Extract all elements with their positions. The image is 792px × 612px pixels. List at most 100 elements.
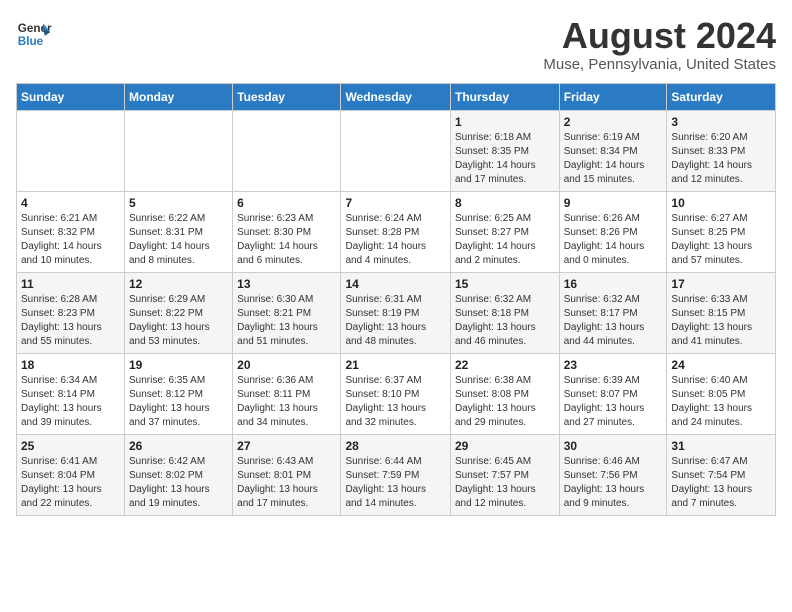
svg-text:Blue: Blue: [18, 35, 44, 48]
day-number: 1: [455, 115, 555, 129]
day-number: 19: [129, 358, 228, 372]
calendar-cell: 27 Sunrise: 6:43 AM Sunset: 8:01 PM Dayli…: [233, 434, 341, 515]
day-number: 27: [237, 439, 336, 453]
calendar-cell: 31 Sunrise: 6:47 AM Sunset: 7:54 PM Dayli…: [667, 434, 776, 515]
weekday-header-row: SundayMondayTuesdayWednesdayThursdayFrid…: [17, 83, 776, 110]
day-number: 14: [345, 277, 446, 291]
day-detail: Sunrise: 6:26 AM Sunset: 8:26 PM Dayligh…: [564, 212, 663, 268]
calendar-cell: 25 Sunrise: 6:41 AM Sunset: 8:04 PM Dayli…: [17, 434, 125, 515]
calendar-cell: 18 Sunrise: 6:34 AM Sunset: 8:14 PM Dayli…: [17, 353, 125, 434]
weekday-header-tuesday: Tuesday: [233, 83, 341, 110]
day-detail: Sunrise: 6:32 AM Sunset: 8:17 PM Dayligh…: [564, 293, 663, 349]
day-number: 28: [345, 439, 446, 453]
weekday-header-monday: Monday: [125, 83, 233, 110]
weekday-header-friday: Friday: [559, 83, 667, 110]
day-detail: Sunrise: 6:36 AM Sunset: 8:11 PM Dayligh…: [237, 374, 336, 430]
calendar-cell: 20Sunrise: 6:36 AM Sunset: 8:11 PM Dayli…: [233, 353, 341, 434]
day-detail: Sunrise: 6:19 AM Sunset: 8:34 PM Dayligh…: [564, 131, 663, 187]
day-number: 30: [564, 439, 663, 453]
calendar-cell: 28 Sunrise: 6:44 AM Sunset: 7:59 PM Dayli…: [341, 434, 451, 515]
day-detail: Sunrise: 6:45 AM Sunset: 7:57 PM Dayligh…: [455, 455, 555, 511]
calendar-cell: 6Sunrise: 6:23 AM Sunset: 8:30 PM Daylig…: [233, 191, 341, 272]
day-detail: Sunrise: 6:29 AM Sunset: 8:22 PM Dayligh…: [129, 293, 228, 349]
day-detail: Sunrise: 6:42 AM Sunset: 8:02 PM Dayligh…: [129, 455, 228, 511]
day-number: 9: [564, 196, 663, 210]
week-row-2: 4Sunrise: 6:21 AM Sunset: 8:32 PM Daylig…: [17, 191, 776, 272]
day-number: 4: [21, 196, 120, 210]
location: Muse, Pennsylvania, United States: [543, 56, 776, 73]
day-number: 18: [21, 358, 120, 372]
day-number: 25: [21, 439, 120, 453]
calendar-cell: 23Sunrise: 6:39 AM Sunset: 8:07 PM Dayli…: [559, 353, 667, 434]
day-detail: Sunrise: 6:35 AM Sunset: 8:12 PM Dayligh…: [129, 374, 228, 430]
day-number: 31: [671, 439, 771, 453]
calendar-cell: [125, 110, 233, 191]
day-number: 26: [129, 439, 228, 453]
logo: General Blue: [16, 16, 52, 52]
day-detail: Sunrise: 6:38 AM Sunset: 8:08 PM Dayligh…: [455, 374, 555, 430]
day-detail: Sunrise: 6:39 AM Sunset: 8:07 PM Dayligh…: [564, 374, 663, 430]
calendar-cell: 4Sunrise: 6:21 AM Sunset: 8:32 PM Daylig…: [17, 191, 125, 272]
day-number: 22: [455, 358, 555, 372]
day-number: 16: [564, 277, 663, 291]
calendar-cell: 19 Sunrise: 6:35 AM Sunset: 8:12 PM Dayli…: [125, 353, 233, 434]
calendar-cell: 26 Sunrise: 6:42 AM Sunset: 8:02 PM Dayli…: [125, 434, 233, 515]
week-row-1: 1 Sunrise: 6:18 AM Sunset: 8:35 PM Daylig…: [17, 110, 776, 191]
calendar-cell: 2 Sunrise: 6:19 AM Sunset: 8:34 PM Daylig…: [559, 110, 667, 191]
calendar-cell: 13Sunrise: 6:30 AM Sunset: 8:21 PM Dayli…: [233, 272, 341, 353]
day-number: 8: [455, 196, 555, 210]
calendar-cell: 9 Sunrise: 6:26 AM Sunset: 8:26 PM Daylig…: [559, 191, 667, 272]
day-number: 17: [671, 277, 771, 291]
day-number: 3: [671, 115, 771, 129]
day-number: 21: [345, 358, 446, 372]
day-number: 5: [129, 196, 228, 210]
header: General Blue August 2024 Muse, Pennsylva…: [16, 16, 776, 73]
day-detail: Sunrise: 6:34 AM Sunset: 8:14 PM Dayligh…: [21, 374, 120, 430]
title-area: August 2024 Muse, Pennsylvania, United S…: [543, 16, 776, 73]
day-detail: Sunrise: 6:18 AM Sunset: 8:35 PM Dayligh…: [455, 131, 555, 187]
day-detail: Sunrise: 6:37 AM Sunset: 8:10 PM Dayligh…: [345, 374, 446, 430]
day-number: 11: [21, 277, 120, 291]
week-row-3: 11 Sunrise: 6:28 AM Sunset: 8:23 PM Dayli…: [17, 272, 776, 353]
day-detail: Sunrise: 6:41 AM Sunset: 8:04 PM Dayligh…: [21, 455, 120, 511]
day-number: 2: [564, 115, 663, 129]
day-detail: Sunrise: 6:25 AM Sunset: 8:27 PM Dayligh…: [455, 212, 555, 268]
calendar-cell: [17, 110, 125, 191]
day-detail: Sunrise: 6:33 AM Sunset: 8:15 PM Dayligh…: [671, 293, 771, 349]
day-number: 15: [455, 277, 555, 291]
day-number: 12: [129, 277, 228, 291]
weekday-header-thursday: Thursday: [450, 83, 559, 110]
calendar-cell: 22 Sunrise: 6:38 AM Sunset: 8:08 PM Dayli…: [450, 353, 559, 434]
calendar-cell: 16 Sunrise: 6:32 AM Sunset: 8:17 PM Dayli…: [559, 272, 667, 353]
day-number: 24: [671, 358, 771, 372]
day-number: 29: [455, 439, 555, 453]
day-detail: Sunrise: 6:44 AM Sunset: 7:59 PM Dayligh…: [345, 455, 446, 511]
calendar-cell: 10 Sunrise: 6:27 AM Sunset: 8:25 PM Dayli…: [667, 191, 776, 272]
day-number: 7: [345, 196, 446, 210]
day-number: 10: [671, 196, 771, 210]
week-row-5: 25 Sunrise: 6:41 AM Sunset: 8:04 PM Dayli…: [17, 434, 776, 515]
day-detail: Sunrise: 6:24 AM Sunset: 8:28 PM Dayligh…: [345, 212, 446, 268]
weekday-header-sunday: Sunday: [17, 83, 125, 110]
day-detail: Sunrise: 6:27 AM Sunset: 8:25 PM Dayligh…: [671, 212, 771, 268]
calendar-cell: 14Sunrise: 6:31 AM Sunset: 8:19 PM Dayli…: [341, 272, 451, 353]
calendar-cell: 15 Sunrise: 6:32 AM Sunset: 8:18 PM Dayli…: [450, 272, 559, 353]
day-detail: Sunrise: 6:32 AM Sunset: 8:18 PM Dayligh…: [455, 293, 555, 349]
calendar-cell: 11 Sunrise: 6:28 AM Sunset: 8:23 PM Dayli…: [17, 272, 125, 353]
calendar-cell: 7 Sunrise: 6:24 AM Sunset: 8:28 PM Daylig…: [341, 191, 451, 272]
calendar-table: SundayMondayTuesdayWednesdayThursdayFrid…: [16, 83, 776, 516]
calendar-cell: 8 Sunrise: 6:25 AM Sunset: 8:27 PM Daylig…: [450, 191, 559, 272]
calendar-cell: 21 Sunrise: 6:37 AM Sunset: 8:10 PM Dayli…: [341, 353, 451, 434]
logo-icon: General Blue: [16, 16, 52, 52]
calendar-cell: 30Sunrise: 6:46 AM Sunset: 7:56 PM Dayli…: [559, 434, 667, 515]
day-detail: Sunrise: 6:47 AM Sunset: 7:54 PM Dayligh…: [671, 455, 771, 511]
day-detail: Sunrise: 6:28 AM Sunset: 8:23 PM Dayligh…: [21, 293, 120, 349]
day-detail: Sunrise: 6:20 AM Sunset: 8:33 PM Dayligh…: [671, 131, 771, 187]
day-detail: Sunrise: 6:43 AM Sunset: 8:01 PM Dayligh…: [237, 455, 336, 511]
calendar-cell: [233, 110, 341, 191]
calendar-cell: 5 Sunrise: 6:22 AM Sunset: 8:31 PM Daylig…: [125, 191, 233, 272]
calendar-cell: [341, 110, 451, 191]
day-detail: Sunrise: 6:40 AM Sunset: 8:05 PM Dayligh…: [671, 374, 771, 430]
day-number: 13: [237, 277, 336, 291]
day-detail: Sunrise: 6:22 AM Sunset: 8:31 PM Dayligh…: [129, 212, 228, 268]
